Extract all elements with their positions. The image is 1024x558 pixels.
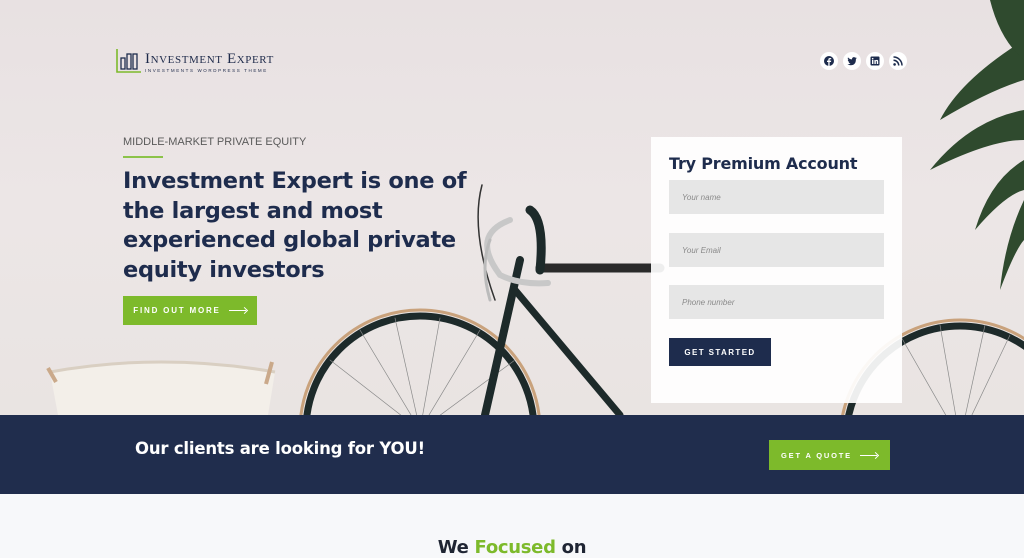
site-logo[interactable]: Investment Expert Investments WordPress … xyxy=(116,48,274,73)
get-started-button[interactable]: Get started xyxy=(669,338,771,366)
social-links xyxy=(820,52,907,70)
hero-section: Investment Expert Investments WordPress … xyxy=(0,0,1024,415)
phone-input[interactable] xyxy=(669,285,884,319)
section-title-prefix: We xyxy=(437,537,469,558)
find-out-more-button[interactable]: Find out more xyxy=(123,296,257,325)
section-title-suffix: on xyxy=(561,537,587,558)
linkedin-link[interactable] xyxy=(866,52,884,70)
cta-text: Our clients are looking for YOU! xyxy=(135,439,425,458)
eyebrow-divider xyxy=(123,156,163,158)
bar-chart-logo-icon xyxy=(116,48,142,73)
find-out-more-label: Find out more xyxy=(133,306,221,315)
facebook-link[interactable] xyxy=(820,52,838,70)
rss-link[interactable] xyxy=(889,52,907,70)
section-title-accent: Focused xyxy=(474,537,556,558)
arrow-right-icon xyxy=(859,452,878,458)
hero-eyebrow: MIDDLE-MARKET PRIVATE EQUITY xyxy=(123,136,307,148)
logo-tagline: Investments WordPress Theme xyxy=(145,68,268,73)
facebook-icon xyxy=(824,56,834,66)
logo-title: Investment Expert xyxy=(145,51,274,67)
plant-illustration xyxy=(930,0,1024,290)
form-title: Try Premium Account xyxy=(669,154,858,173)
hero-headline: Investment Expert is one of the largest … xyxy=(123,168,467,283)
get-a-quote-label: Get a quote xyxy=(781,450,852,460)
get-a-quote-button[interactable]: Get a quote xyxy=(769,440,890,470)
basket-illustration xyxy=(46,360,276,415)
name-input[interactable] xyxy=(669,180,884,214)
section-title: We Focused on xyxy=(0,537,1024,558)
linkedin-icon xyxy=(870,56,880,66)
cta-band: Our clients are looking for YOU! Get a q… xyxy=(0,415,1024,494)
email-input[interactable] xyxy=(669,233,884,267)
twitter-icon xyxy=(847,57,857,66)
arrow-right-icon xyxy=(228,308,247,314)
rss-icon xyxy=(893,56,903,66)
premium-account-form: Try Premium Account Get started xyxy=(651,137,902,403)
twitter-link[interactable] xyxy=(843,52,861,70)
